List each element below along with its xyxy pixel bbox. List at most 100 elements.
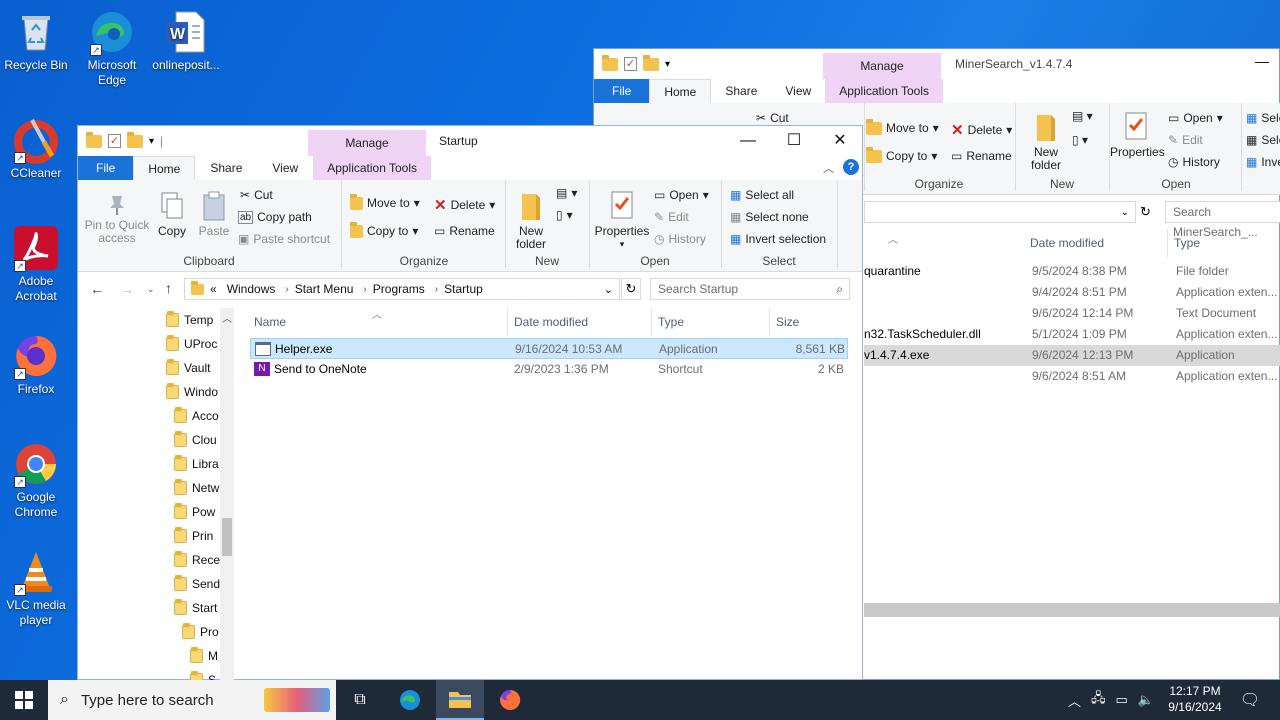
network-icon[interactable]: 🖧 — [1091, 689, 1106, 711]
table-row[interactable]: Helper.exe 9/16/2024 10:53 AM Application 8… — [250, 338, 848, 359]
scroll-up-arrow-icon[interactable]: ︿ — [222, 310, 232, 325]
nav-tree-item[interactable]: Pro — [182, 620, 219, 644]
forward-arrow-icon[interactable]: → — [120, 281, 134, 297]
tab-view[interactable]: View — [771, 79, 825, 103]
invert-selection-button[interactable]: ▦Inve — [1246, 155, 1280, 169]
taskbar-firefox-button[interactable] — [486, 680, 534, 720]
startup-explorer-window[interactable]: ✓ ▾ | Manage Startup — ☐ ✕ File Home Sha… — [77, 125, 863, 680]
table-row[interactable]: n32.TaskScheduler.dll 5/1/2024 1:09 PM App… — [864, 324, 1280, 345]
address-bar[interactable]: « Windows › Start Menu › Programs › Star… — [184, 278, 620, 300]
close-button[interactable]: ✕ — [817, 126, 863, 156]
properties-check-icon[interactable]: ✓ — [108, 134, 121, 148]
table-row[interactable]: N Send to OneNote 2/9/2023 1:36 PM Shortcut… — [250, 359, 848, 380]
column-type[interactable]: Type — [1168, 229, 1280, 257]
new-folder-icon[interactable] — [127, 131, 143, 148]
nav-tree-item[interactable]: Start — [174, 596, 217, 620]
tab-share[interactable]: Share — [195, 156, 257, 180]
table-row[interactable]: v1.4.7.4.exe 9/6/2024 12:13 PM Application — [864, 345, 1280, 366]
chrome-shortcut[interactable]: ↗ Google Chrome — [0, 440, 72, 520]
clock[interactable]: 12:17 PM 9/16/2024 — [1160, 683, 1230, 715]
table-row[interactable]: 9/4/2024 8:51 PM Application exten... — [864, 282, 1280, 303]
nav-tree-item[interactable]: Acco — [174, 404, 219, 428]
monitor-icon[interactable]: ▭ — [1116, 692, 1128, 708]
table-row[interactable]: quarantine 9/5/2024 8:38 PM File folder — [864, 261, 1280, 282]
search-input[interactable]: Search MinerSearch_... — [1165, 201, 1280, 239]
table-row[interactable]: 9/6/2024 8:51 AM Application exten... — [864, 366, 1280, 387]
address-bar[interactable]: ⌄ — [864, 201, 1136, 223]
select-all-button[interactable]: ▦Sele — [1246, 111, 1280, 125]
navigation-scrollbar[interactable]: ︿ — [220, 308, 234, 680]
breadcrumb-start-menu[interactable]: Start Menu — [291, 282, 362, 296]
nav-tree-item[interactable]: Rece — [174, 548, 220, 572]
help-icon[interactable]: ? — [843, 159, 859, 175]
select-none-button[interactable]: ▦Sele — [1246, 133, 1280, 147]
chevron-down-icon[interactable]: ▾ — [665, 59, 670, 70]
nav-tree-item[interactable]: S — [190, 668, 216, 680]
nav-tree-item[interactable]: Temp — [166, 308, 213, 332]
notifications-button[interactable]: 🗨 — [1230, 680, 1270, 720]
show-hidden-icons-chevron-icon[interactable]: ︿ — [1068, 691, 1081, 710]
taskbar-edge-button[interactable] — [386, 680, 434, 720]
scrollbar-thumb[interactable] — [222, 518, 232, 556]
breadcrumb-startup[interactable]: Startup — [440, 282, 491, 296]
maximize-button[interactable]: ☐ — [771, 126, 817, 156]
tab-application-tools[interactable]: Application Tools — [313, 156, 432, 180]
refresh-button[interactable]: ↻ — [621, 278, 641, 300]
task-view-button[interactable]: ⧉ — [336, 680, 384, 720]
search-input[interactable]: Search Startup ⌕ — [650, 278, 850, 300]
breadcrumb-overflow[interactable]: « — [210, 282, 223, 296]
acrobat-shortcut[interactable]: ↗ Adobe Acrobat — [0, 224, 72, 304]
new-folder-icon[interactable] — [643, 54, 659, 71]
properties-check-icon[interactable]: ✓ — [624, 57, 637, 71]
start-button[interactable] — [0, 680, 48, 720]
edge-shortcut[interactable]: ↗ Microsoft Edge — [76, 8, 148, 88]
tab-home[interactable]: Home — [649, 79, 712, 103]
word-document-shortcut[interactable]: W onlineposit... — [150, 8, 222, 73]
column-type[interactable]: Type — [652, 308, 770, 336]
column-date-modified[interactable]: Date modified — [508, 308, 652, 336]
nav-tree-item[interactable]: Clou — [174, 428, 217, 452]
tab-file[interactable]: File — [594, 79, 650, 103]
tab-home[interactable]: Home — [133, 156, 196, 180]
back-arrow-icon[interactable]: ← — [90, 281, 104, 297]
tab-view[interactable]: View — [257, 156, 313, 180]
breadcrumb-separator-icon[interactable]: › — [283, 284, 290, 295]
firefox-shortcut[interactable]: ↗ Firefox — [0, 332, 72, 397]
breadcrumb-windows[interactable]: Windows — [223, 282, 284, 296]
breadcrumb-separator-icon[interactable]: › — [433, 284, 440, 295]
up-arrow-icon[interactable]: ↑ — [165, 280, 172, 296]
tab-application-tools[interactable]: Application Tools — [825, 79, 944, 103]
volume-icon[interactable]: 🔈 — [1138, 692, 1154, 708]
nav-tree-item[interactable]: UProc — [166, 332, 217, 356]
recent-locations-chevron-icon[interactable]: ⌄ — [147, 284, 155, 295]
ccleaner-shortcut[interactable]: ↗ CCleaner — [0, 116, 72, 181]
tab-share[interactable]: Share — [711, 79, 771, 103]
column-date-modified[interactable]: Date modified — [1024, 229, 1168, 257]
taskbar-search-box[interactable]: ⌕ Type here to search — [48, 680, 336, 720]
nav-tree-item[interactable]: Pow — [174, 500, 215, 524]
breadcrumb-separator-icon[interactable]: › — [361, 284, 368, 295]
refresh-icon[interactable]: ↻ — [1140, 204, 1151, 220]
nav-tree-item[interactable]: Netw — [174, 476, 219, 500]
recycle-bin-shortcut[interactable]: Recycle Bin — [0, 8, 72, 73]
column-size[interactable]: Size — [770, 308, 850, 336]
nav-tree-item[interactable]: Windo — [166, 380, 218, 404]
nav-tree-item[interactable]: M — [190, 644, 218, 668]
minimize-button[interactable]: — — [725, 126, 771, 156]
chevron-down-icon[interactable]: ⌄ — [604, 283, 613, 296]
chevron-down-icon[interactable]: ⌄ — [1121, 207, 1129, 218]
breadcrumb-programs[interactable]: Programs — [369, 282, 433, 296]
minimize-button[interactable]: — — [1255, 53, 1269, 69]
taskbar-file-explorer-button[interactable] — [436, 680, 484, 720]
cut-button[interactable]: ✂ Cut — [756, 111, 789, 125]
tab-file[interactable]: File — [78, 156, 134, 180]
nav-tree-item[interactable]: Prin — [174, 524, 213, 548]
nav-tree-item[interactable]: Send — [174, 572, 220, 596]
column-name[interactable]: Name — [248, 308, 508, 336]
nav-tree-item[interactable]: Libra — [174, 452, 219, 476]
chevron-down-icon[interactable]: ▾ — [149, 136, 154, 147]
table-row[interactable]: 9/6/2024 12:14 PM Text Document — [864, 303, 1280, 324]
nav-tree-item[interactable]: Vault — [166, 356, 210, 380]
vlc-shortcut[interactable]: ↗ VLC media player — [0, 548, 72, 628]
ribbon-collapse-chevron-icon[interactable]: ︿ — [823, 160, 834, 176]
